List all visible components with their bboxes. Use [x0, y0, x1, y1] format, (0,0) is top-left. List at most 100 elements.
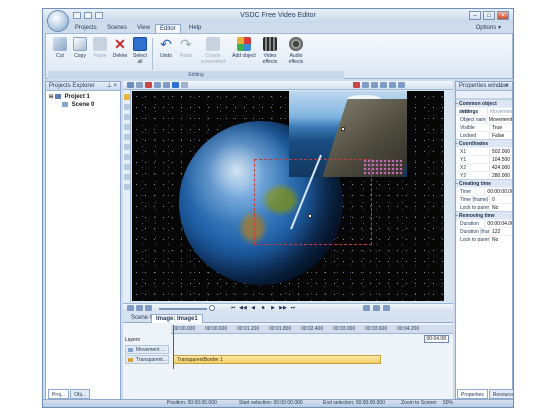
stop-icon[interactable]: ■ — [259, 305, 267, 312]
property-row[interactable]: Locked False — [456, 131, 512, 139]
go-end-icon[interactable]: ⏭ — [289, 305, 297, 312]
select-all-button[interactable]: Select all — [130, 37, 150, 65]
property-value[interactable]: True — [490, 124, 502, 131]
property-row[interactable]: Time00:00:00.000 — [456, 187, 512, 195]
copy-button[interactable]: Copy — [70, 37, 90, 59]
tab-scenes[interactable]: Scenes — [103, 24, 131, 33]
tab-view[interactable]: View — [133, 24, 154, 33]
property-value[interactable]: 00:00:04.066 — [485, 220, 512, 227]
move-tool-icon[interactable] — [124, 104, 130, 110]
prev-frame-icon[interactable]: ◀◀ — [239, 305, 247, 312]
playhead-cursor[interactable] — [173, 325, 174, 369]
property-value[interactable]: 104.500 — [490, 156, 510, 163]
property-row[interactable]: Lock to parent No — [456, 203, 512, 211]
chart-tool-icon[interactable] — [124, 164, 130, 170]
property-section-header[interactable]: Coordinates — [455, 139, 512, 148]
audio-tool-icon[interactable] — [124, 154, 130, 160]
property-section-header[interactable]: Common object settings — [455, 99, 512, 115]
property-row[interactable]: Duration00:00:04.066 — [456, 219, 512, 227]
remove-icon[interactable] — [145, 82, 152, 88]
property-row[interactable]: Y1 104.500 — [456, 155, 512, 163]
tree-project[interactable]: ⊟ Project 1 — [46, 93, 120, 101]
align-left-icon[interactable] — [353, 82, 360, 88]
tab-help[interactable]: Help — [185, 24, 205, 33]
align-top-icon[interactable] — [380, 82, 387, 88]
image-tool-icon[interactable] — [124, 134, 130, 140]
tab-editor[interactable]: Editor — [155, 24, 181, 33]
align-right-icon[interactable] — [371, 82, 378, 88]
timeline-clip[interactable]: TransparentBorder 1 — [173, 355, 381, 364]
close-button[interactable]: × — [497, 11, 509, 20]
markers-icon[interactable] — [373, 305, 380, 311]
property-section-header[interactable]: Creating time — [455, 179, 512, 188]
redo-tool-icon[interactable] — [181, 82, 188, 88]
minimize-button[interactable]: – — [469, 11, 481, 20]
redo-button[interactable]: ↷ Redo — [176, 37, 196, 59]
property-row[interactable]: Visible True — [456, 123, 512, 131]
next-frame-icon[interactable]: ▶▶ — [279, 305, 287, 312]
zoom-fit-icon[interactable] — [145, 305, 152, 311]
pin-icon[interactable]: ⊥ × — [107, 82, 117, 91]
property-row[interactable]: Object nameMovement1 — [456, 115, 512, 123]
property-value[interactable]: No — [490, 236, 498, 243]
property-row[interactable]: X1 502.000 — [456, 147, 512, 155]
shape-tool-icon[interactable] — [124, 124, 130, 130]
property-value[interactable]: 502.000 — [490, 148, 510, 155]
effects-tool-icon[interactable] — [124, 184, 130, 190]
play-back-icon[interactable]: ◀ — [249, 305, 257, 312]
property-row[interactable]: Lock to parent No — [456, 235, 512, 243]
collapse-icon[interactable]: ⊟ — [49, 94, 53, 100]
scene-canvas[interactable] — [132, 91, 444, 301]
track-name-movement[interactable]: Movement ... — [125, 345, 169, 354]
sprite-tool-icon[interactable] — [124, 174, 130, 180]
movement-end-handle[interactable] — [308, 214, 312, 218]
tab-image-1[interactable]: Image: Image1 — [151, 314, 203, 323]
paste-button[interactable]: Paste — [90, 37, 110, 59]
property-row[interactable]: X2 424.000 — [456, 163, 512, 171]
hand-icon[interactable] — [136, 82, 143, 88]
tab-properties[interactable]: Properties ... — [457, 389, 488, 407]
property-row[interactable]: Y2 280.000 — [456, 171, 512, 179]
go-start-icon[interactable]: ⏮ — [229, 305, 237, 312]
property-value[interactable]: 122 — [490, 228, 500, 235]
timeline-ruler[interactable]: 00:00.000 00:00.600 00:01.200 00:01.800 … — [171, 325, 453, 334]
select-tool-icon[interactable] — [124, 94, 130, 100]
property-value[interactable]: 00:00:00.000 — [485, 188, 512, 195]
property-value[interactable]: Movement — [488, 108, 512, 115]
tab-objects-explorer[interactable]: Obj... — [70, 389, 91, 399]
align-center-icon[interactable] — [362, 82, 369, 88]
property-row[interactable]: Time (frame) 0 — [456, 195, 512, 203]
property-value[interactable]: Movement1 — [487, 116, 512, 123]
video-tool-icon[interactable] — [124, 144, 130, 150]
tab-projects[interactable]: Projects — [71, 24, 101, 33]
add-object-button[interactable]: Add object — [232, 37, 256, 59]
movement-start-handle[interactable] — [341, 127, 345, 131]
zoom-in-icon[interactable] — [127, 305, 134, 311]
cut-tool-icon[interactable] — [154, 82, 161, 88]
property-value[interactable]: False — [490, 132, 504, 139]
loop-icon[interactable] — [363, 305, 370, 311]
play-icon[interactable]: ▶ — [269, 305, 277, 312]
zoom-out-icon[interactable] — [136, 305, 143, 311]
zoom-slider-knob[interactable] — [209, 305, 215, 311]
zoom-slider[interactable] — [159, 308, 207, 310]
copy-tool-icon[interactable] — [163, 82, 170, 88]
app-menu-orb[interactable] — [47, 10, 69, 32]
zoom-to-screen-button[interactable]: Zoom to Screen — [401, 400, 437, 407]
track-name-transparent[interactable]: Transparent... — [125, 355, 169, 364]
delete-button[interactable]: ✕ Delete — [110, 37, 130, 59]
tab-resources[interactable]: Resources ... — [488, 389, 513, 407]
distribute-icon[interactable] — [398, 82, 405, 88]
pin-icon[interactable]: ⊥ × — [499, 82, 509, 91]
property-row[interactable]: Duration (frar 122 — [456, 227, 512, 235]
cut-button[interactable]: Cut — [50, 37, 70, 59]
property-value[interactable]: 424.000 — [490, 164, 510, 171]
text-tool-icon[interactable] — [124, 114, 130, 120]
undo-button[interactable]: ↶ Undo — [156, 37, 176, 59]
video-effects-button[interactable]: Video effects — [258, 37, 282, 65]
pointer-icon[interactable] — [127, 82, 134, 88]
audio-effects-button[interactable]: Audio effects — [284, 37, 308, 65]
property-value[interactable]: No — [490, 204, 498, 211]
options-menu[interactable]: Options ▾ — [476, 24, 501, 33]
property-value[interactable]: 0 — [490, 196, 495, 203]
